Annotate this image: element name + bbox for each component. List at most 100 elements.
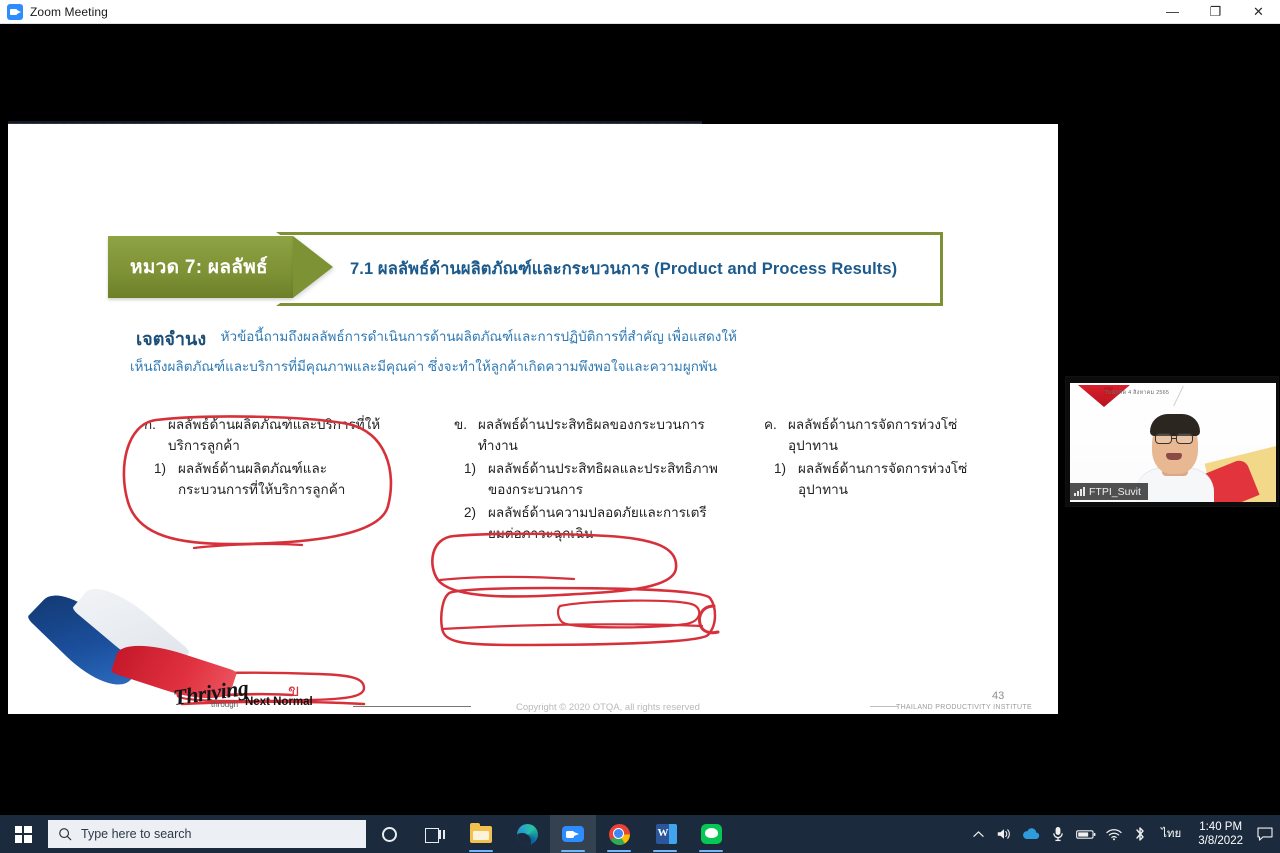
background-banner-text: วันนักคิด 4 สิงหาคม 2565 — [1104, 390, 1170, 396]
list-item: ค. ผลลัพธ์ด้านการจัดการห่วงโซ่อุปาทาน — [764, 414, 994, 456]
list-item: 1) ผลลัพธ์ด้านผลิตภัณฑ์และกระบวนการที่ให… — [144, 458, 389, 500]
running-indicator — [699, 849, 723, 852]
banner-title-wrap: 7.1 ผลลัพธ์ด้านผลิตภัณฑ์และกระบวนการ (Pr… — [276, 232, 943, 306]
intent-line-2: เห็นถึงผลิตภัณฑ์และบริการที่มีคุณภาพและม… — [130, 359, 718, 374]
list-item: 2) ผลลัพธ์ด้านความปลอดภัยและการเตรียมต่อ… — [454, 502, 719, 544]
person-glasses-left — [1155, 433, 1172, 444]
list-text: ผลลัพธ์ด้านการจัดการห่วงโซ่อุปาทาน — [798, 461, 968, 497]
thriving-rule — [353, 706, 471, 707]
zoom-video-icon — [562, 826, 584, 842]
window-title: Zoom Meeting — [30, 4, 108, 19]
column-b: ข. ผลลัพธ์ด้านประสิทธิผลของกระบวนการทำงา… — [454, 414, 719, 546]
person-glasses-bridge — [1172, 437, 1177, 439]
signal-bars-icon — [1074, 487, 1085, 496]
participant-name-badge: FTPI_Suvit — [1070, 483, 1148, 500]
thriving-through-text: through — [211, 700, 239, 709]
taskbar-item-line[interactable] — [688, 815, 734, 853]
search-placeholder: Type here to search — [81, 827, 192, 841]
list-marker: 1) — [464, 461, 477, 476]
taskbar-item-word[interactable] — [642, 815, 688, 853]
list-marker: 2) — [464, 505, 477, 520]
window-title-bar: Zoom Meeting — ❐ ✕ — [0, 0, 1280, 24]
list-text: ผลลัพธ์ด้านผลิตภัณฑ์และบริการที่ให้บริกา… — [168, 417, 381, 453]
cloud-icon[interactable] — [1017, 815, 1045, 853]
thriving-lockup: Thriving through Next Normal — [172, 675, 471, 710]
slide-banner: 7.1 ผลลัพธ์ด้านผลิตภัณฑ์และกระบวนการ (Pr… — [108, 232, 943, 306]
cortana-icon — [381, 826, 397, 842]
chevron-up-icon[interactable] — [965, 815, 991, 853]
clock-time: 1:40 PM — [1199, 821, 1243, 833]
list-item: 1) ผลลัพธ์ด้านการจัดการห่วงโซ่อุปาทาน — [764, 458, 994, 500]
banner-title-text: 7.1 ผลลัพธ์ด้านผลิตภัณฑ์และกระบวนการ (Pr… — [350, 260, 898, 278]
thriving-next-normal-text: Next Normal — [245, 696, 313, 708]
folder-icon — [470, 822, 492, 843]
list-text: ผลลัพธ์ด้านความปลอดภัยและการเตรียมต่อภาว… — [488, 505, 707, 541]
page-number: 43 — [992, 690, 1005, 702]
microphone-icon[interactable] — [1045, 815, 1071, 853]
running-indicator — [653, 849, 677, 852]
language-indicator[interactable]: ไทย — [1153, 825, 1189, 843]
institute-text: THAILAND PRODUCTIVITY INSTITUTE — [896, 704, 1032, 711]
wifi-icon[interactable] — [1101, 815, 1127, 853]
notification-center-icon[interactable] — [1252, 815, 1278, 853]
search-icon — [59, 828, 72, 841]
list-marker: 1) — [154, 461, 167, 476]
chrome-icon — [608, 823, 630, 845]
running-indicator — [561, 849, 585, 852]
list-item: ก. ผลลัพธ์ด้านผลิตภัณฑ์และบริการที่ให้บร… — [144, 414, 389, 456]
shared-slide: 7.1 ผลลัพธ์ด้านผลิตภัณฑ์และกระบวนการ (Pr… — [8, 124, 1058, 714]
start-logo — [14, 825, 32, 843]
clock-date: 3/8/2022 — [1198, 835, 1243, 847]
intent-block: เจตจำนง หัวข้อนี้ถามถึงผลลัพธ์การดำเนินก… — [130, 324, 926, 379]
edge-icon — [516, 823, 538, 845]
banner-category-chip: หมวด 7: ผลลัพธ์ — [108, 236, 293, 298]
minimize-button[interactable]: — — [1151, 0, 1194, 24]
column-c: ค. ผลลัพธ์ด้านการจัดการห่วงโซ่อุปาทาน 1)… — [764, 414, 994, 502]
task-view-icon — [425, 827, 445, 843]
list-marker: ข. — [454, 417, 467, 432]
banner-category-label: หมวด 7: ผลลัพธ์ — [130, 257, 268, 278]
list-item: 1) ผลลัพธ์ด้านประสิทธิผลและประสิทธิภาพขอ… — [454, 458, 719, 500]
battery-icon[interactable] — [1071, 815, 1101, 853]
taskbar-item-zoom[interactable] — [550, 815, 596, 853]
column-a: ก. ผลลัพธ์ด้านผลิตภัณฑ์และบริการที่ให้บร… — [144, 414, 389, 502]
person-glasses-right — [1176, 433, 1193, 444]
list-text: ผลลัพธ์ด้านการจัดการห่วงโซ่อุปาทาน — [788, 417, 958, 453]
copyright-text: Copyright © 2020 OTQA, all rights reserv… — [516, 702, 700, 713]
running-indicator — [607, 849, 631, 852]
bluetooth-icon[interactable] — [1127, 815, 1153, 853]
system-tray: ไทย 1:40 PM 3/8/2022 — [965, 815, 1280, 853]
meeting-stage: 7.1 ผลลัพธ์ด้านผลิตภัณฑ์และกระบวนการ (Pr… — [0, 24, 1280, 815]
word-icon — [655, 824, 677, 844]
clock[interactable]: 1:40 PM 3/8/2022 — [1189, 815, 1252, 853]
taskbar-item-file-explorer[interactable] — [458, 815, 504, 853]
taskbar-item-task-view[interactable] — [412, 815, 458, 853]
intent-label: เจตจำนง — [136, 329, 207, 349]
line-chat-icon — [700, 824, 722, 844]
zoom-video-icon — [7, 3, 23, 20]
search-input[interactable]: Type here to search — [48, 820, 366, 848]
windows-start-icon[interactable] — [0, 815, 46, 853]
petal-logo — [10, 575, 238, 714]
list-item: ข. ผลลัพธ์ด้านประสิทธิผลของกระบวนการทำงา… — [454, 414, 719, 456]
participant-video-tile[interactable]: วันนักคิด 4 สิงหาคม 2565 FTPI_Suvit — [1065, 376, 1279, 507]
window-controls: — ❐ ✕ — [1151, 0, 1280, 24]
taskbar-item-chrome[interactable] — [596, 815, 642, 853]
screen: Zoom Meeting — ❐ ✕ 7.1 ผลลัพธ์ด้านผลิตภั… — [0, 0, 1280, 853]
running-indicator — [469, 849, 493, 852]
taskbar-item-edge[interactable] — [504, 815, 550, 853]
background-diagonal-line — [1173, 385, 1184, 407]
participant-name: FTPI_Suvit — [1089, 485, 1141, 498]
windows-taskbar: Type here to search W ไทย 1:40 PM 3/8/20… — [0, 815, 1280, 853]
close-button[interactable]: ✕ — [1237, 0, 1280, 24]
list-marker: 1) — [774, 461, 787, 476]
maximize-button[interactable]: ❐ — [1194, 0, 1237, 24]
speaker-icon[interactable] — [991, 815, 1017, 853]
list-text: ผลลัพธ์ด้านประสิทธิผลและประสิทธิภาพของกร… — [488, 461, 718, 497]
list-text: ผลลัพธ์ด้านผลิตภัณฑ์และกระบวนการที่ให้บร… — [178, 461, 346, 497]
banner-arrow-icon — [293, 236, 333, 298]
list-marker: ก. — [144, 417, 156, 432]
person-mouth — [1166, 453, 1182, 460]
taskbar-item-cortana[interactable] — [366, 815, 412, 853]
list-text: ผลลัพธ์ด้านประสิทธิผลของกระบวนการทำงาน — [478, 417, 705, 453]
